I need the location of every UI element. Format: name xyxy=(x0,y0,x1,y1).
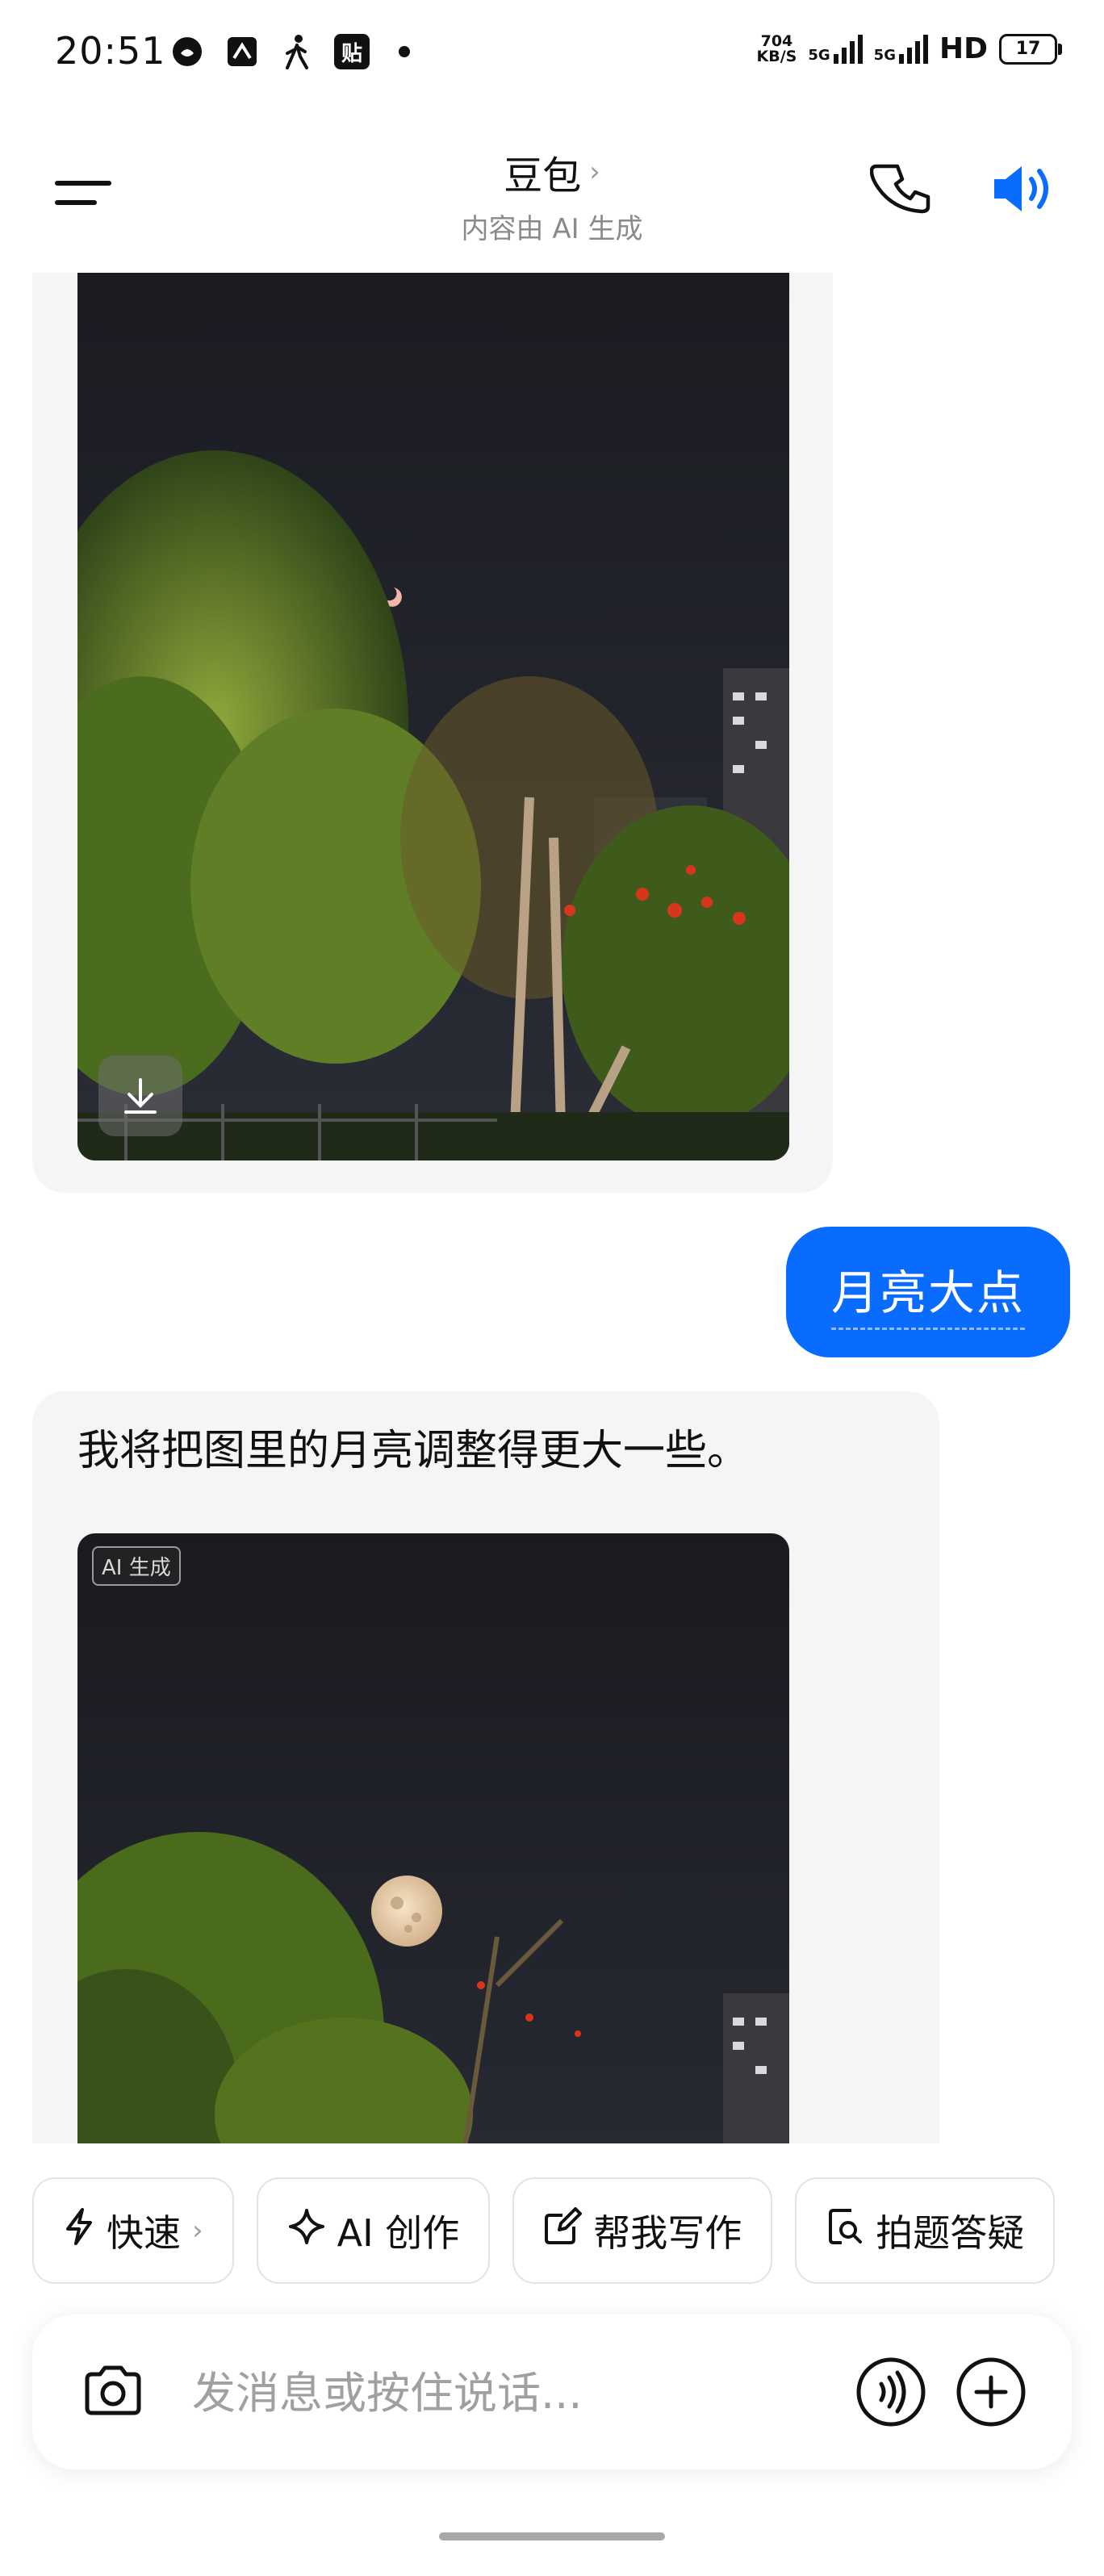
message-input[interactable] xyxy=(190,2352,807,2434)
ai-reply-text: 我将把图里的月亮调整得更大一些。 xyxy=(77,1427,750,1475)
carrot-app-icon xyxy=(169,34,205,69)
original-night-photo[interactable] xyxy=(77,273,789,1160)
network-speed-unit: KB/S xyxy=(756,47,797,65)
signal-2: 5G xyxy=(873,34,928,64)
quick-action-write[interactable]: 帮我写作 xyxy=(512,2177,773,2284)
bot-name: 豆包 xyxy=(504,153,582,199)
signal-2-label: 5G xyxy=(873,46,896,64)
network-speed: 704 KB/S xyxy=(756,31,797,65)
quick-action-photo-question[interactable]: 拍题答疑 xyxy=(795,2177,1056,2284)
message-input-bar xyxy=(32,2315,1072,2469)
voice-input-icon[interactable] xyxy=(852,2353,930,2431)
network-speed-value: 704 xyxy=(760,31,793,50)
sticker-app-icon: 贴 xyxy=(334,34,370,69)
quick-action-label: 帮我写作 xyxy=(593,2211,742,2255)
sparkle-icon xyxy=(287,2207,326,2255)
signal-1-label: 5G xyxy=(808,46,830,64)
quick-action-label: 拍题答疑 xyxy=(876,2211,1025,2255)
status-system-icons: 704 KB/S 5G 5G HD 17 xyxy=(756,31,1062,65)
chevron-right-icon: › xyxy=(192,2214,203,2247)
chevron-right-icon: › xyxy=(589,156,600,188)
quick-action-fast[interactable]: 快速 › xyxy=(32,2177,234,2284)
speaker-icon[interactable] xyxy=(989,157,1059,221)
download-icon[interactable] xyxy=(98,1056,182,1136)
walking-icon xyxy=(279,34,315,69)
status-bar: 20:51 贴 704 KB/S 5G 5G HD 17 xyxy=(0,0,1104,103)
signal-bars-icon xyxy=(898,34,928,64)
bot-title[interactable]: 豆包 › xyxy=(504,144,600,200)
quick-action-label: AI 创作 xyxy=(337,2211,460,2255)
header-title-area: 豆包 › 内容由 AI 生成 xyxy=(0,144,1104,246)
quick-actions-row: 快速 › AI 创作 帮我写作 拍题答疑 xyxy=(32,2177,1056,2284)
user-message-text: 月亮大点 xyxy=(830,1255,1025,1330)
battery-icon: 17 xyxy=(999,33,1062,65)
chat-header: 豆包 › 内容由 AI 生成 xyxy=(0,121,1104,266)
status-time: 20:51 xyxy=(55,29,166,73)
home-indicator[interactable] xyxy=(439,2532,665,2540)
status-notification-icons: 贴 xyxy=(169,34,410,69)
signal-1: 5G xyxy=(808,34,863,64)
hd-voice-indicator: HD xyxy=(939,32,988,65)
ai-disclaimer: 内容由 AI 生成 xyxy=(461,213,643,245)
edit-icon xyxy=(543,2206,583,2255)
signal-bars-icon xyxy=(833,34,863,64)
nfc-icon xyxy=(224,34,260,69)
search-doc-icon xyxy=(826,2207,864,2255)
battery-level: 17 xyxy=(1015,39,1041,59)
user-message-bubble[interactable]: 月亮大点 xyxy=(785,1227,1070,1357)
generated-moon-photo[interactable]: AI 生成 xyxy=(77,1533,789,2143)
lightning-icon xyxy=(63,2207,95,2255)
more-notifications-dot xyxy=(399,46,410,57)
quick-action-ai-create[interactable]: AI 创作 xyxy=(256,2177,491,2284)
ai-generated-badge: AI 生成 xyxy=(92,1546,181,1586)
phone-call-icon[interactable] xyxy=(869,157,935,221)
camera-icon[interactable] xyxy=(74,2353,152,2431)
quick-action-label: 快速 xyxy=(107,2211,181,2255)
add-icon[interactable] xyxy=(952,2353,1030,2431)
chat-message-list[interactable]: 月亮大点 我将把图里的月亮调整得更大一些。 AI 生成 xyxy=(0,273,1104,2143)
